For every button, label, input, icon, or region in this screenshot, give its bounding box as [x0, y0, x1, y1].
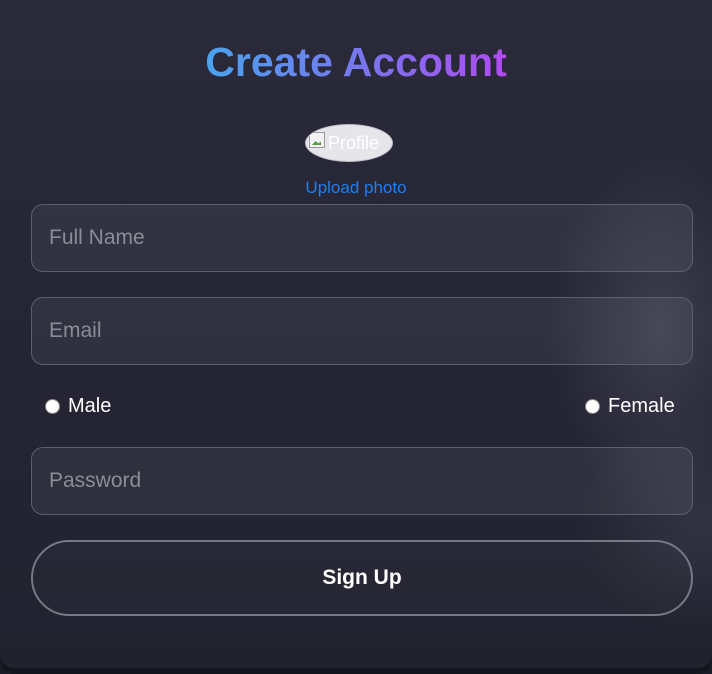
gender-option-female[interactable]: Female — [585, 393, 675, 419]
gender-option-male[interactable]: Male — [45, 393, 111, 419]
sign-up-button[interactable]: Sign Up — [31, 540, 693, 616]
email-input[interactable] — [31, 297, 693, 365]
female-label: Female — [608, 395, 675, 417]
page-title: Create Account — [205, 39, 507, 85]
broken-image-icon — [309, 132, 325, 148]
full-name-input[interactable] — [31, 204, 693, 272]
upload-photo-link[interactable]: Upload photo — [0, 177, 712, 199]
signup-card: Create Account Profile Upload photo Male… — [0, 0, 712, 668]
male-radio[interactable] — [45, 398, 60, 414]
profile-avatar[interactable]: Profile — [305, 124, 393, 162]
female-radio[interactable] — [585, 398, 600, 414]
avatar-alt-text: Profile — [328, 133, 380, 153]
password-input[interactable] — [31, 447, 693, 515]
male-label: Male — [68, 395, 112, 417]
